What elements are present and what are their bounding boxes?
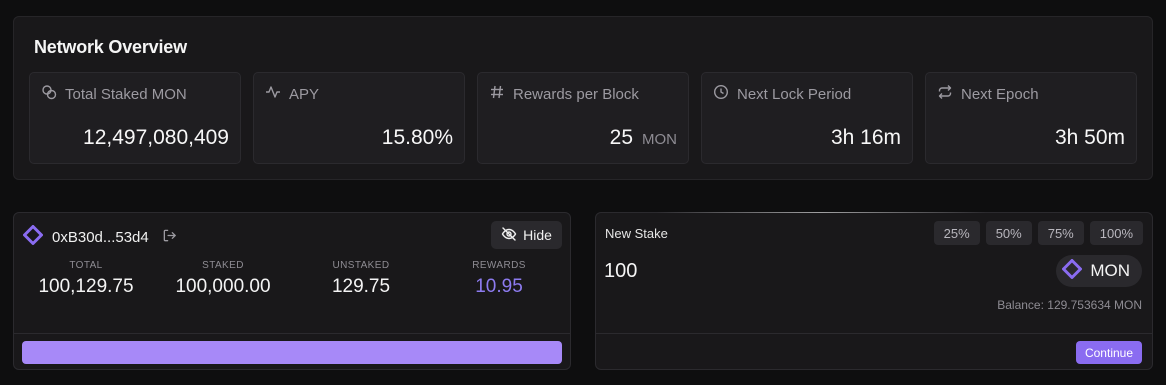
stat-card-next-epoch: Next Epoch 3h 50m <box>925 72 1137 164</box>
stat-value: 25 <box>609 126 633 149</box>
stake-amount-input[interactable] <box>604 258 904 284</box>
stat-card-apy: APY 15.80% <box>253 72 465 164</box>
stat-card-rewards-per-block: Rewards per Block 25 MON <box>477 72 689 164</box>
percent-button-25[interactable]: 25% <box>933 221 980 245</box>
balance-label: STAKED <box>202 260 244 271</box>
percent-button-100[interactable]: 100% <box>1089 221 1143 245</box>
wallet-action-button[interactable] <box>22 341 562 364</box>
balance-value: 10.95 <box>475 276 523 297</box>
stat-label: Rewards per Block <box>513 85 639 103</box>
stat-label: Total Staked MON <box>65 85 187 103</box>
hide-balances-button[interactable]: Hide <box>491 221 562 249</box>
balance-staked: STAKED 100,000.00 <box>153 260 293 298</box>
percent-buttons: 25% 50% 75% 100% <box>933 221 1143 245</box>
stat-label: Next Epoch <box>961 85 1039 103</box>
stat-value: 12,497,080,409 <box>83 126 229 149</box>
stat-unit: MON <box>642 131 677 148</box>
token-symbol: MON <box>1090 261 1130 280</box>
monad-logo-icon <box>23 225 43 250</box>
stat-card-total-staked: Total Staked MON 12,497,080,409 <box>29 72 241 164</box>
balance-rewards: REWARDS 10.95 <box>429 260 569 298</box>
balance-label: REWARDS <box>472 260 526 271</box>
divider <box>14 333 570 334</box>
balance-value: 100,000.00 <box>175 276 271 297</box>
stat-label: Next Lock Period <box>737 85 852 103</box>
network-overview-panel: Network Overview Total Staked MON 12,497… <box>13 16 1153 180</box>
stat-value: 15.80% <box>381 126 453 149</box>
token-selector[interactable]: MON <box>1056 255 1142 287</box>
percent-button-50[interactable]: 50% <box>985 221 1032 245</box>
stat-value: 3h 16m <box>830 126 901 149</box>
eye-off-icon <box>501 226 517 245</box>
new-stake-panel: New Stake 25% 50% 75% 100% MON Balance: … <box>595 212 1153 370</box>
percent-button-75[interactable]: 75% <box>1037 221 1084 245</box>
panel-glow <box>656 212 986 213</box>
activity-icon <box>265 84 281 104</box>
balance-label: UNSTAKED <box>332 260 390 271</box>
continue-button[interactable]: Continue <box>1076 341 1142 364</box>
wallet-address: 0xB30d...53d4 <box>52 229 149 246</box>
stat-card-next-lock-period: Next Lock Period 3h 16m <box>701 72 913 164</box>
hash-icon <box>489 84 505 104</box>
available-balance: Balance: 129.753634 MON <box>997 298 1142 312</box>
balance-total: TOTAL 100,129.75 <box>16 260 156 298</box>
balance-unstaked: UNSTAKED 129.75 <box>291 260 431 298</box>
coins-icon <box>41 84 57 104</box>
stat-label: APY <box>289 85 320 103</box>
balance-value: 100,129.75 <box>38 276 134 297</box>
hide-label: Hide <box>523 227 552 243</box>
monad-logo-icon <box>1062 258 1083 284</box>
repeat-icon <box>937 84 953 104</box>
balance-value: 129.75 <box>331 276 391 297</box>
divider <box>596 333 1152 334</box>
disconnect-icon[interactable] <box>162 228 177 248</box>
new-stake-title: New Stake <box>605 226 668 241</box>
stat-value: 3h 50m <box>1054 126 1125 149</box>
network-overview-title: Network Overview <box>34 37 187 57</box>
clock-icon <box>713 84 729 104</box>
balance-label: TOTAL <box>69 260 103 271</box>
wallet-panel: 0xB30d...53d4 Hide TOTAL 100,129.75 STAK… <box>13 212 571 370</box>
